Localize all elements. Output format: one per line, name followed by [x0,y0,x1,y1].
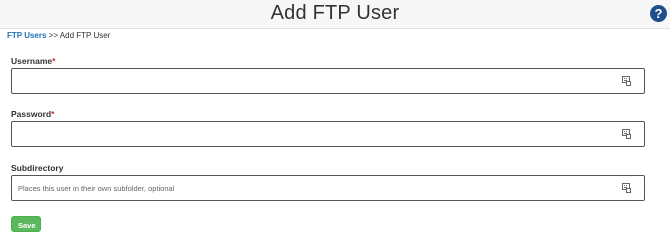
required-marker: * [51,109,55,119]
username-input[interactable] [12,69,618,93]
save-button[interactable]: Save [11,216,41,232]
subdirectory-label-text: Subdirectory [11,163,64,173]
page-title: Add FTP User [270,2,400,24]
keyboard-icon[interactable] [622,183,631,193]
required-marker: * [52,56,56,66]
breadcrumb: FTP Users >> Add FTP User [7,31,110,40]
subdirectory-input[interactable] [12,176,618,200]
password-input[interactable] [12,122,618,146]
password-label-text: Password [11,109,52,119]
page-header: Add FTP User ? [0,0,670,29]
username-label: Username* [11,56,55,66]
username-label-text: Username [11,56,53,66]
breadcrumb-link-ftp-users[interactable]: FTP Users [7,31,46,40]
password-field[interactable] [11,121,645,147]
username-field[interactable] [11,68,645,94]
subdirectory-field[interactable] [11,175,645,201]
breadcrumb-separator: >> [48,31,59,40]
help-icon[interactable]: ? [650,5,667,22]
breadcrumb-current: Add FTP User [59,31,111,40]
subdirectory-label: Subdirectory [11,163,63,173]
keyboard-icon[interactable] [622,129,631,139]
password-label: Password* [11,109,54,119]
keyboard-icon[interactable] [622,76,631,86]
